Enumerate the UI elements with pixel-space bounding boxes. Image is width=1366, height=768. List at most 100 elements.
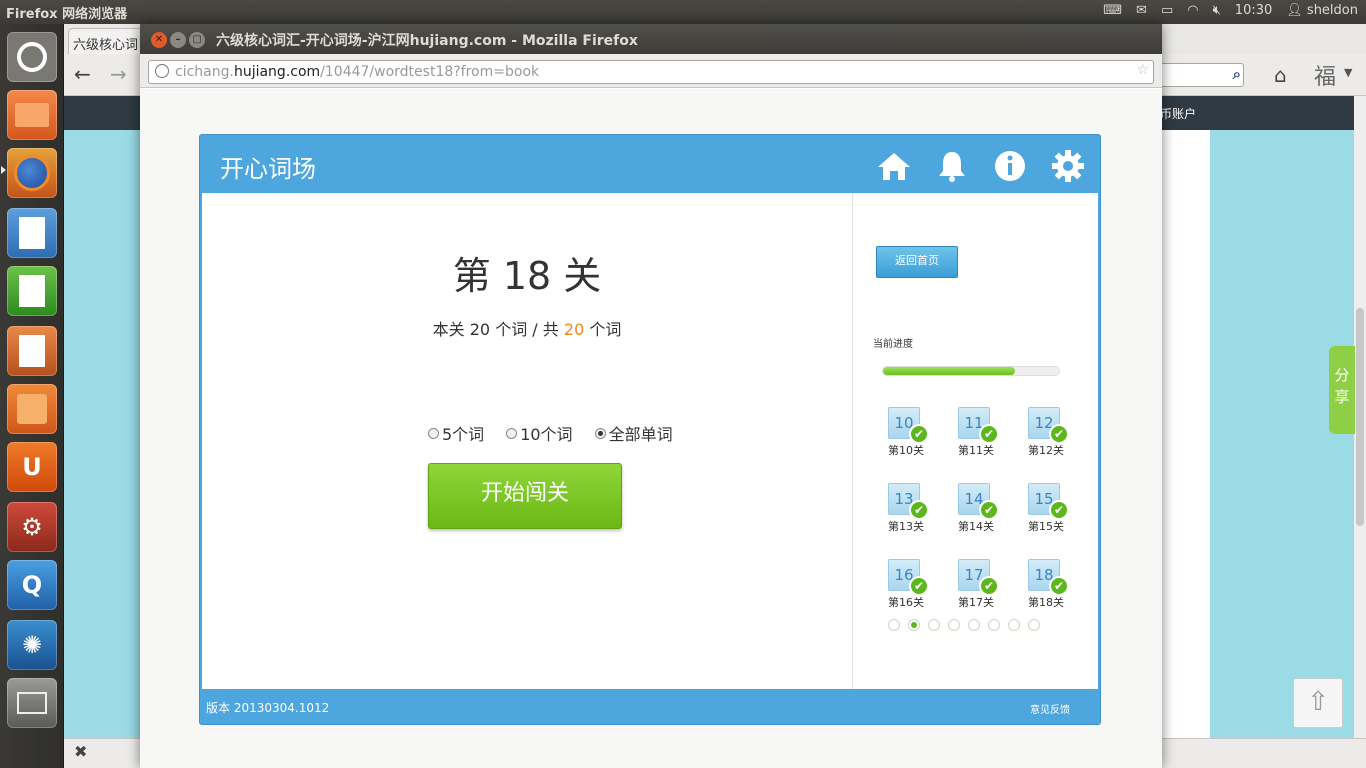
level-item[interactable]: 17 ✔ 第17关	[958, 559, 1000, 615]
level-tile[interactable]: 11 ✔	[958, 407, 999, 444]
launcher-writer[interactable]	[7, 208, 57, 258]
level-pager	[888, 619, 1040, 631]
checkmark-icon: ✔	[979, 500, 999, 520]
background-search-box[interactable]: ⌕	[1160, 63, 1244, 87]
launcher-software-center[interactable]	[7, 384, 57, 434]
level-tile[interactable]: 12 ✔	[1028, 407, 1069, 444]
level-item[interactable]: 11 ✔ 第11关	[958, 407, 1000, 463]
checkmark-icon: ✔	[909, 424, 929, 444]
start-button[interactable]: 开始闯关	[428, 463, 622, 529]
home-icon[interactable]	[876, 149, 912, 183]
workspace-icon	[17, 692, 47, 714]
window-maximize-button[interactable]: ▢	[189, 32, 205, 48]
globe-icon[interactable]	[155, 64, 169, 78]
level-item[interactable]: 16 ✔ 第16关	[888, 559, 930, 615]
launcher-impress[interactable]	[7, 326, 57, 376]
user-menu[interactable]: 👤︎ sheldon	[1286, 3, 1358, 18]
wifi-icon[interactable]: ◠	[1187, 3, 1198, 18]
forward-arrow-icon[interactable]: →	[110, 62, 127, 86]
level-tile[interactable]: 13 ✔	[888, 483, 929, 520]
app-header: 开心词场	[200, 135, 1100, 193]
pager-dot[interactable]	[1028, 619, 1040, 631]
radio-button[interactable]	[506, 427, 518, 439]
system-tray: ⌨ ✉ ▭ ◠ 🔇︎ 10:30 👤︎ sheldon	[1103, 3, 1358, 18]
count-label-d: 个词	[589, 320, 622, 339]
scrollbar-thumb[interactable]	[1356, 308, 1364, 526]
radio-button[interactable]	[428, 427, 439, 439]
progress-bar	[882, 366, 1060, 376]
fu-button[interactable]: 福	[1314, 59, 1336, 91]
ubuntu-logo-icon	[17, 42, 47, 72]
home-icon[interactable]: ⌂	[1274, 63, 1287, 87]
gear-icon[interactable]	[1050, 149, 1086, 183]
url-bar[interactable]: cichang.hujiang.com/10447/wordtest18?fro…	[148, 60, 1154, 84]
pager-dot[interactable]	[1008, 619, 1020, 631]
level-label: 第16关	[888, 596, 924, 609]
mail-icon[interactable]: ✉	[1136, 3, 1147, 18]
battery-icon[interactable]: ▭	[1161, 3, 1173, 18]
side-action-button[interactable]: 返回首页	[876, 246, 958, 278]
folder-icon	[15, 103, 49, 127]
bookmark-star-icon[interactable]: ☆	[1136, 62, 1149, 78]
footer-link[interactable]: 意见反馈	[1030, 701, 1070, 716]
back-arrow-icon[interactable]: ←	[74, 62, 91, 86]
clock[interactable]: 10:30	[1235, 3, 1272, 18]
count-highlight: 20	[563, 320, 585, 339]
word-count-options: 5个词 10个词 全部单词	[428, 421, 673, 445]
volume-icon[interactable]: 🔇︎	[1213, 3, 1221, 18]
background-tab[interactable]: 六级核心词	[68, 28, 142, 54]
launcher-files[interactable]	[7, 90, 57, 140]
close-icon[interactable]: ✖	[74, 742, 87, 761]
url-domain: hujiang.com	[233, 64, 321, 80]
version-text: 版本 20130304.1012	[206, 701, 330, 715]
option-10-words[interactable]: 10个词	[506, 421, 573, 445]
level-tile[interactable]: 10 ✔	[888, 407, 929, 444]
count-total: 20	[469, 320, 491, 339]
pager-dot[interactable]	[968, 619, 980, 631]
launcher-dash[interactable]	[7, 32, 57, 82]
share-tab[interactable]: 分享	[1329, 346, 1355, 434]
window-titlebar[interactable]: ✕ – ▢ 六级核心词汇-开心词场-沪江网hujiang.com - Mozil…	[140, 24, 1162, 54]
pager-dot[interactable]	[988, 619, 1000, 631]
launcher-ubuntu-one[interactable]: U	[7, 442, 57, 492]
search-icon[interactable]: ⌕	[1233, 65, 1241, 83]
chevron-down-icon[interactable]: ▼	[1344, 66, 1352, 79]
account-link[interactable]: 币账户	[1160, 105, 1196, 122]
level-item[interactable]: 14 ✔ 第14关	[958, 483, 1000, 539]
window-minimize-button[interactable]: –	[170, 32, 186, 48]
launcher-app-swirl[interactable]: ✺	[7, 620, 57, 670]
level-item[interactable]: 13 ✔ 第13关	[888, 483, 930, 539]
radio-button-selected[interactable]	[594, 427, 606, 439]
level-item[interactable]: 10 ✔ 第10关	[888, 407, 930, 463]
pager-dot[interactable]	[908, 619, 920, 631]
level-tile[interactable]: 17 ✔	[958, 559, 999, 596]
pager-dot[interactable]	[948, 619, 960, 631]
launcher-app-q[interactable]: Q	[7, 560, 57, 610]
info-icon[interactable]	[992, 149, 1028, 183]
launcher-workspace[interactable]	[7, 678, 57, 728]
checkmark-icon: ✔	[979, 576, 999, 596]
launcher-firefox[interactable]	[7, 148, 57, 198]
level-label: 第10关	[888, 444, 924, 457]
option-5-words[interactable]: 5个词	[428, 421, 484, 445]
level-item[interactable]: 18 ✔ 第18关	[1028, 559, 1070, 615]
launcher-calc[interactable]	[7, 266, 57, 316]
checkmark-icon: ✔	[1049, 576, 1069, 596]
app-body: 第 18 关 本关 20 个词 / 共 20 个词 5个词 10个词 全部单词 …	[202, 193, 1098, 689]
bell-icon[interactable]	[934, 149, 970, 183]
pager-dot[interactable]	[888, 619, 900, 631]
launcher-system-settings[interactable]: ⚙	[7, 502, 57, 552]
level-tile[interactable]: 16 ✔	[888, 559, 929, 596]
level-item[interactable]: 15 ✔ 第15关	[1028, 483, 1070, 539]
level-item[interactable]: 12 ✔ 第12关	[1028, 407, 1070, 463]
pager-dot[interactable]	[928, 619, 940, 631]
level-tile[interactable]: 15 ✔	[1028, 483, 1069, 520]
option-all-words[interactable]: 全部单词	[594, 421, 673, 445]
level-tile[interactable]: 14 ✔	[958, 483, 999, 520]
level-label: 第11关	[958, 444, 994, 457]
count-label-c: 共	[542, 320, 559, 339]
window-close-button[interactable]: ✕	[151, 32, 167, 48]
level-tile[interactable]: 18 ✔	[1028, 559, 1069, 596]
keyboard-icon[interactable]: ⌨	[1103, 3, 1122, 18]
back-to-top-button[interactable]: ⇧	[1293, 678, 1343, 728]
